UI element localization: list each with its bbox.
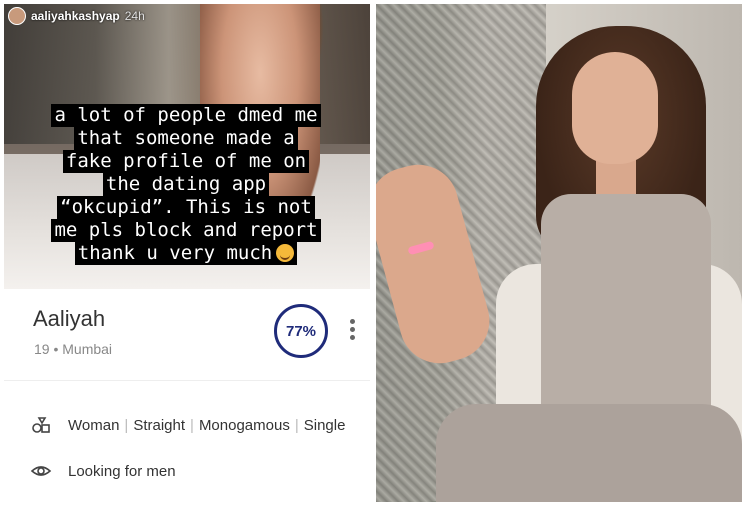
story-line: the dating app [102,173,270,196]
smiling-face-with-hearts-icon [276,244,295,262]
right-photo [376,4,742,502]
photo-legs [436,404,742,502]
story-line: that someone made a [74,127,298,150]
story-timestamp: 24h [124,9,145,23]
story-line: “okcupid”. This is not [57,196,315,219]
identity-row: Woman | Straight | Monogamous | Single [30,414,345,436]
separator: | [190,416,194,434]
profile-age-location: 19 • Mumbai [34,341,113,357]
identity-status: Single [303,416,346,434]
photo-face [572,52,658,164]
eye-icon [30,460,52,482]
identity-relationship-type: Monogamous [198,416,290,434]
avatar[interactable] [8,7,26,25]
story-caption: a lot of people dmed me that someone mad… [6,104,366,265]
left-panel: aaliyahkashyap 24h a lot of people dmed … [4,4,370,502]
looking-for-text: Looking for men [68,462,176,480]
okcupid-profile-card: Aaliyah 19 • Mumbai 77% Woman | Straight… [4,289,370,502]
story-line-text: thank u very much [77,242,273,264]
more-options-icon[interactable] [350,319,356,340]
story-line: thank u very much [74,242,298,265]
looking-for-row: Looking for men [30,460,176,482]
story-username[interactable]: aaliyahkashyap [31,9,120,23]
story-line: a lot of people dmed me [51,104,321,127]
separator: | [294,416,299,434]
identity-gender: Woman [68,416,120,434]
gender-icon [30,414,52,436]
identity-orientation: Straight [133,416,186,434]
instagram-story: aaliyahkashyap 24h a lot of people dmed … [4,4,370,289]
photo-body [541,194,711,424]
match-percentage-badge[interactable]: 77% [274,304,328,358]
story-line: fake profile of me on [62,150,310,173]
profile-name: Aaliyah [33,306,106,331]
story-header: aaliyahkashyap 24h [8,7,145,25]
separator: | [124,416,129,434]
story-line: me pls block and report [51,219,321,242]
divider [4,380,370,381]
